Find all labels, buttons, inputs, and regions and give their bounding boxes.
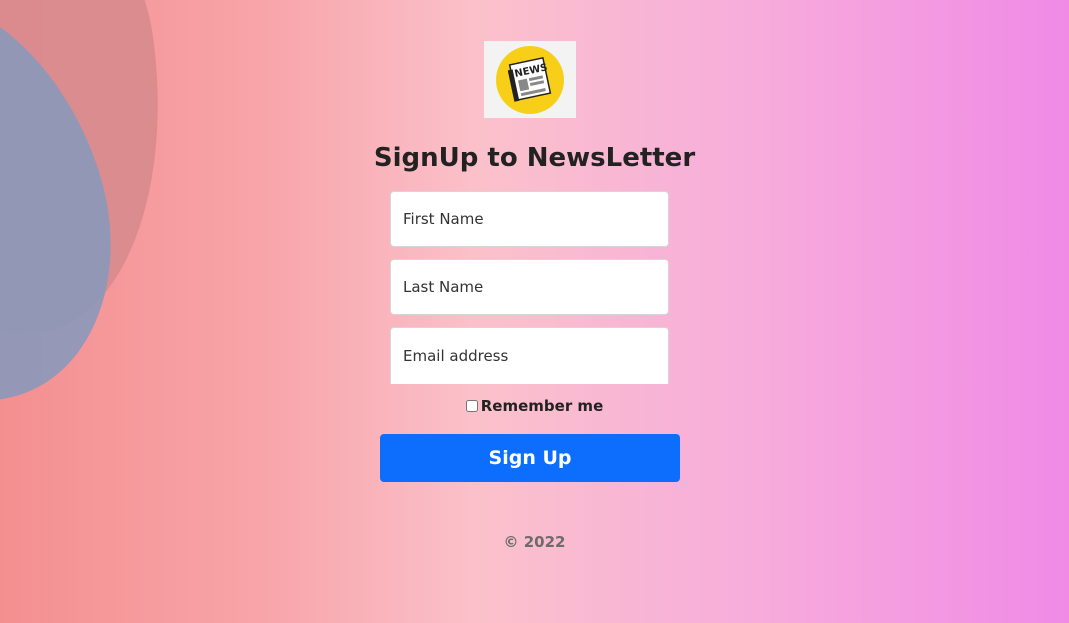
remember-me-checkbox[interactable] bbox=[465, 400, 478, 412]
page-title: SignUp to NewsLetter bbox=[373, 143, 696, 173]
first-name-field[interactable] bbox=[390, 191, 669, 247]
last-name-field[interactable] bbox=[390, 259, 669, 315]
newspaper-icon: NEWS bbox=[496, 45, 564, 114]
sign-up-button[interactable]: Sign Up bbox=[380, 434, 680, 482]
remember-me-label[interactable]: Remember me bbox=[481, 397, 604, 415]
email-field[interactable] bbox=[390, 327, 669, 384]
logo: NEWS bbox=[484, 41, 576, 118]
footer-copyright: © 2022 bbox=[503, 533, 566, 551]
remember-me: Remember me bbox=[0, 397, 1069, 415]
